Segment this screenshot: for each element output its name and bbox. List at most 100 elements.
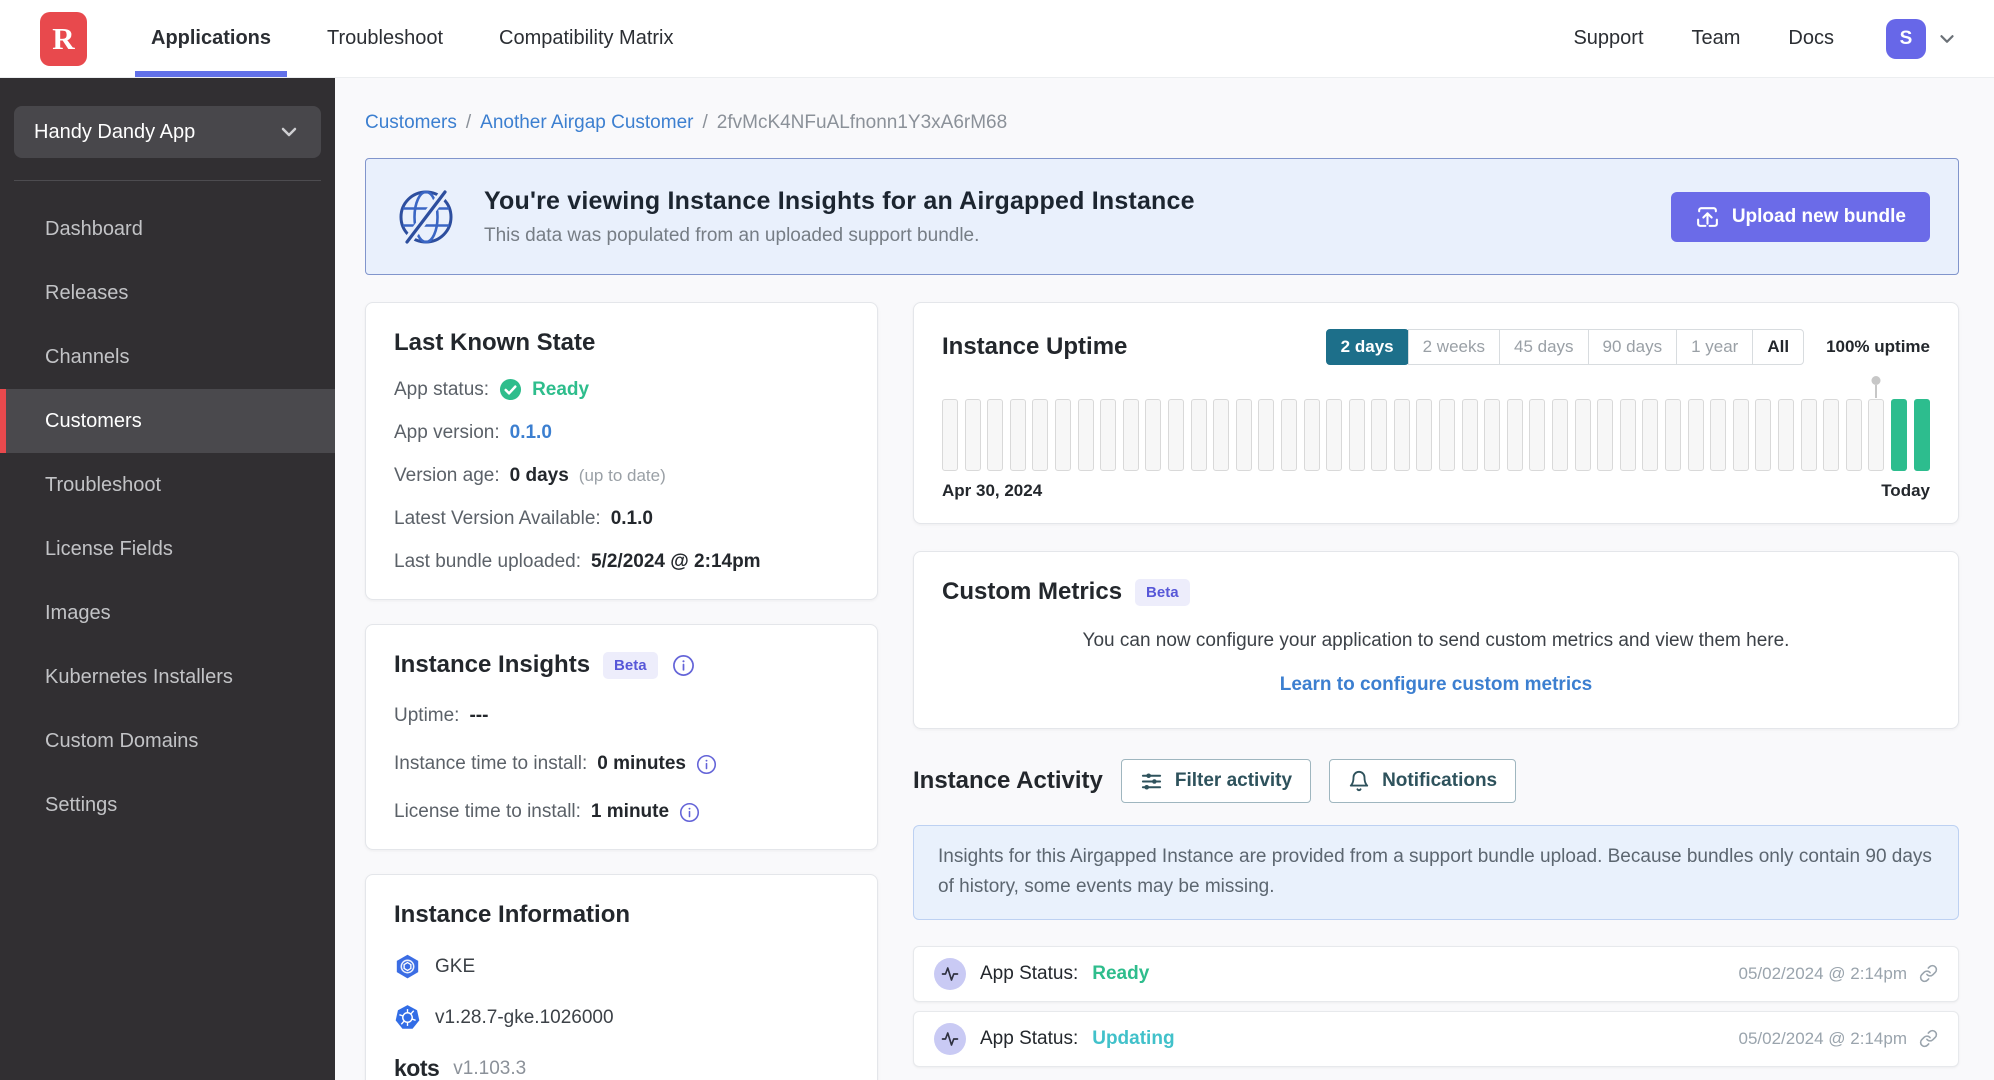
uptime-bar-empty[interactable]: [1732, 399, 1749, 471]
uptime-bar-empty[interactable]: [987, 399, 1004, 471]
uptime-bar-empty[interactable]: [1416, 399, 1433, 471]
configure-custom-metrics-link[interactable]: Learn to configure custom metrics: [942, 674, 1930, 696]
sidebar-item-dashboard[interactable]: Dashboard: [0, 197, 335, 261]
event-timestamp: 05/02/2024 @ 2:14pm: [1738, 963, 1908, 983]
uptime-bar-empty[interactable]: [1710, 399, 1727, 471]
latest-version-row: Latest Version Available: 0.1.0: [394, 508, 849, 530]
nav-support[interactable]: Support: [1549, 27, 1667, 50]
last-known-state-title: Last Known State: [394, 329, 596, 356]
uptime-bar-empty[interactable]: [1868, 399, 1885, 471]
tab-compatibility-matrix[interactable]: Compatibility Matrix: [471, 0, 701, 77]
sidebar-item-customers[interactable]: Customers: [0, 389, 335, 453]
uptime-bar-empty[interactable]: [1461, 399, 1478, 471]
uptime-bar-empty[interactable]: [1777, 399, 1794, 471]
uptime-bar-empty[interactable]: [1077, 399, 1094, 471]
airgap-banner: You're viewing Instance Insights for an …: [365, 158, 1959, 275]
activity-event-row[interactable]: App Status: Ready 05/02/2024 @ 2:14pm: [913, 945, 1959, 1002]
info-icon[interactable]: [696, 754, 717, 775]
app-selector-dropdown[interactable]: Handy Dandy App: [14, 106, 321, 158]
uptime-bar-empty[interactable]: [1213, 399, 1230, 471]
uptime-bar-empty[interactable]: [1800, 399, 1817, 471]
uptime-bar-empty[interactable]: [1054, 399, 1071, 471]
uptime-bar-empty[interactable]: [1597, 399, 1614, 471]
uptime-bar-empty[interactable]: [1122, 399, 1139, 471]
uptime-bar-empty[interactable]: [1145, 399, 1162, 471]
sidebar-item-channels[interactable]: Channels: [0, 325, 335, 389]
uptime-bar-empty[interactable]: [1484, 399, 1501, 471]
breadcrumb-customers[interactable]: Customers: [365, 112, 457, 134]
upload-new-bundle-button[interactable]: Upload new bundle: [1670, 191, 1930, 242]
uptime-bar-empty[interactable]: [1009, 399, 1026, 471]
uptime-bar-empty[interactable]: [1552, 399, 1569, 471]
uptime-bar-empty[interactable]: [964, 399, 981, 471]
uptime-bar-empty[interactable]: [1032, 399, 1049, 471]
sidebar-item-license-fields[interactable]: License Fields: [0, 517, 335, 581]
instance-uptime-title: Instance Uptime: [942, 333, 1128, 360]
last-bundle-row: Last bundle uploaded: 5/2/2024 @ 2:14pm: [394, 551, 849, 573]
chevron-down-icon[interactable]: [1936, 28, 1958, 50]
link-icon[interactable]: [1919, 964, 1938, 983]
replicated-logo[interactable]: R: [40, 11, 87, 66]
uptime-bar-empty[interactable]: [1823, 399, 1840, 471]
uptime-bar-up[interactable]: [1890, 399, 1907, 471]
sidebar-item-kubernetes-installers[interactable]: Kubernetes Installers: [0, 645, 335, 709]
range-all[interactable]: All: [1752, 329, 1805, 365]
uptime-bar-empty[interactable]: [1280, 399, 1297, 471]
sidebar-item-custom-domains[interactable]: Custom Domains: [0, 709, 335, 773]
uptime-bar-empty[interactable]: [1167, 399, 1184, 471]
uptime-bar-empty[interactable]: [1190, 399, 1207, 471]
event-timestamp: 05/02/2024 @ 2:14pm: [1738, 1028, 1908, 1048]
uptime-bar-empty[interactable]: [1439, 399, 1456, 471]
avatar[interactable]: S: [1886, 18, 1926, 59]
instance-install-value: 0 minutes: [597, 753, 686, 774]
uptime-bar-empty[interactable]: [1687, 399, 1704, 471]
uptime-bar-empty[interactable]: [1371, 399, 1388, 471]
top-nav-items: Applications Troubleshoot Compatibility …: [123, 0, 702, 77]
uptime-bar-empty[interactable]: [1348, 399, 1365, 471]
activity-event-row[interactable]: App Status: Updating 05/02/2024 @ 2:14pm: [913, 1010, 1959, 1067]
top-nav-right: Support Team Docs S: [1549, 18, 1958, 59]
breadcrumb: Customers / Another Airgap Customer / 2f…: [365, 112, 1959, 134]
tab-applications[interactable]: Applications: [123, 0, 299, 77]
uptime-bar-up[interactable]: [1913, 399, 1930, 471]
beta-badge: Beta: [1135, 578, 1190, 606]
uptime-bar-empty[interactable]: [1235, 399, 1252, 471]
breadcrumb-customer-name[interactable]: Another Airgap Customer: [480, 112, 693, 134]
nav-docs[interactable]: Docs: [1764, 27, 1858, 50]
uptime-bar-empty[interactable]: [1642, 399, 1659, 471]
range-1-year[interactable]: 1 year: [1676, 329, 1754, 365]
range-90-days[interactable]: 90 days: [1587, 329, 1678, 365]
notifications-button[interactable]: Notifications: [1329, 759, 1517, 803]
range-2-days[interactable]: 2 days: [1325, 329, 1409, 365]
uptime-bar-empty[interactable]: [1529, 399, 1546, 471]
uptime-bar-empty[interactable]: [1100, 399, 1117, 471]
range-45-days[interactable]: 45 days: [1498, 329, 1589, 365]
info-icon[interactable]: [672, 654, 695, 677]
sidebar-item-images[interactable]: Images: [0, 581, 335, 645]
uptime-bar-empty[interactable]: [1393, 399, 1410, 471]
info-icon[interactable]: [679, 802, 700, 823]
uptime-bar-empty[interactable]: [1755, 399, 1772, 471]
uptime-bar-empty[interactable]: [942, 399, 958, 471]
license-install-label: License time to install:: [394, 801, 581, 822]
uptime-bar-empty[interactable]: [1619, 399, 1636, 471]
filter-activity-button[interactable]: Filter activity: [1120, 759, 1312, 803]
uptime-bar-empty[interactable]: [1326, 399, 1343, 471]
nav-team[interactable]: Team: [1668, 27, 1765, 50]
tab-troubleshoot[interactable]: Troubleshoot: [299, 0, 471, 77]
uptime-bar-empty[interactable]: [1258, 399, 1275, 471]
uptime-bar-empty[interactable]: [1303, 399, 1320, 471]
range-2-weeks[interactable]: 2 weeks: [1407, 329, 1500, 365]
uptime-bar-empty[interactable]: [1845, 399, 1862, 471]
app-root: R Applications Troubleshoot Compatibilit…: [0, 0, 1994, 1080]
uptime-bar-empty[interactable]: [1574, 399, 1591, 471]
uptime-bar-empty[interactable]: [1665, 399, 1681, 471]
uptime-bar-empty[interactable]: [1506, 399, 1523, 471]
sidebar-item-settings[interactable]: Settings: [0, 773, 335, 837]
link-icon[interactable]: [1919, 1029, 1938, 1048]
uptime-summary: 100% uptime: [1826, 337, 1930, 356]
sidebar-item-releases[interactable]: Releases: [0, 261, 335, 325]
sidebar-item-troubleshoot[interactable]: Troubleshoot: [0, 453, 335, 517]
app-version-link[interactable]: 0.1.0: [510, 422, 552, 444]
uptime-axis-labels: Apr 30, 2024 Today: [942, 481, 1930, 501]
